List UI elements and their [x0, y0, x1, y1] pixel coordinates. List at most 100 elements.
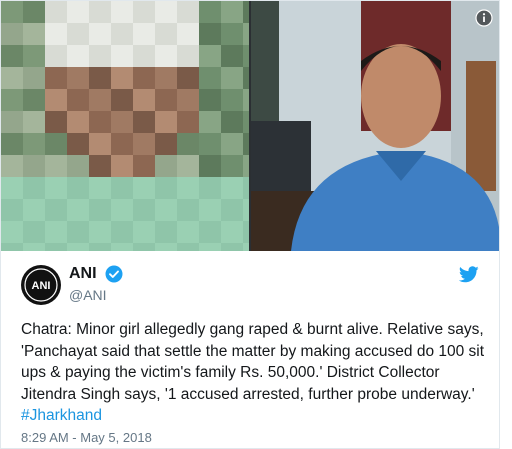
mosaic-pixel — [1, 199, 23, 221]
mosaic-pixel — [111, 111, 133, 133]
mosaic-pixel — [177, 89, 199, 111]
mosaic-pixel — [155, 89, 177, 111]
mosaic-pixel — [67, 45, 89, 67]
tweet-timestamp[interactable]: 8:29 AM - May 5, 2018 — [21, 430, 152, 445]
mosaic-pixel — [221, 221, 243, 243]
official-photo — [251, 1, 499, 251]
mosaic-pixel — [23, 177, 45, 199]
mosaic-pixel — [133, 89, 155, 111]
mosaic-pixel — [23, 133, 45, 155]
mosaic-pixel — [133, 133, 155, 155]
mosaic-pixel — [23, 199, 45, 221]
mosaic-pixel — [45, 67, 67, 89]
mosaic-pixel — [243, 199, 249, 221]
author-handle[interactable]: @ANI — [69, 287, 107, 303]
mosaic-pixel — [111, 67, 133, 89]
mosaic-pixel — [45, 221, 67, 243]
mosaic-pixel — [23, 67, 45, 89]
mosaic-pixel — [45, 1, 67, 23]
mosaic-pixel — [199, 177, 221, 199]
mosaic-pixel — [1, 45, 23, 67]
mosaic-pixel — [89, 177, 111, 199]
mosaic-pixel — [221, 155, 243, 177]
mosaic-pixel — [23, 89, 45, 111]
mosaic-pixel — [89, 89, 111, 111]
mosaic-pixel — [1, 89, 23, 111]
mosaic-pixel — [1, 67, 23, 89]
mosaic-pixel — [23, 23, 45, 45]
mosaic-pixel — [111, 221, 133, 243]
mosaic-pixel — [199, 221, 221, 243]
verified-badge-icon — [105, 265, 123, 283]
mosaic-pixel — [155, 243, 177, 251]
tweet-body: Chatra: Minor girl allegedly gang raped … — [21, 321, 485, 403]
mosaic-pixel — [1, 155, 23, 177]
mosaic-pixel — [199, 67, 221, 89]
mosaic-pixel — [221, 133, 243, 155]
tweet-media[interactable] — [1, 1, 499, 251]
mosaic-pixel — [155, 155, 177, 177]
mosaic-pixel — [243, 243, 249, 251]
mosaic-pixel — [23, 1, 45, 23]
avatar-text: ANI — [32, 280, 51, 292]
display-name[interactable]: ANI — [69, 265, 97, 283]
mosaic-pixel — [155, 23, 177, 45]
mosaic-pixel — [45, 23, 67, 45]
mosaic-pixel — [67, 243, 89, 251]
mosaic-pixel — [155, 111, 177, 133]
mosaic-pixel — [89, 45, 111, 67]
mosaic-pixel — [89, 155, 111, 177]
mosaic-pixel — [89, 199, 111, 221]
media-image-blurred-person[interactable] — [1, 1, 249, 251]
mosaic-pixel — [1, 133, 23, 155]
mosaic-pixel — [89, 67, 111, 89]
info-circle-icon[interactable] — [475, 9, 493, 27]
mosaic-pixel — [67, 1, 89, 23]
mosaic-pixel — [177, 67, 199, 89]
author-name-row[interactable]: ANI — [69, 265, 123, 283]
mosaic-pixel — [67, 221, 89, 243]
mosaic-pixel — [221, 111, 243, 133]
mosaic-pixel — [243, 111, 249, 133]
mosaic-pixel — [67, 199, 89, 221]
mosaic-pixel — [221, 45, 243, 67]
mosaic-pixel — [177, 199, 199, 221]
mosaic-pixel — [221, 199, 243, 221]
mosaic-pixel — [111, 133, 133, 155]
mosaic-pixel — [221, 67, 243, 89]
twitter-bird-icon[interactable] — [459, 266, 479, 283]
mosaic-pixel — [111, 199, 133, 221]
mosaic-pixel — [243, 23, 249, 45]
mosaic-pixel — [1, 177, 23, 199]
mosaic-pixel — [177, 221, 199, 243]
mosaic-pixel — [155, 67, 177, 89]
mosaic-pixel — [243, 45, 249, 67]
mosaic-pixel — [133, 177, 155, 199]
mosaic-pixel — [111, 155, 133, 177]
mosaic-pixel — [155, 1, 177, 23]
mosaic-pixel — [133, 45, 155, 67]
mosaic-pixel — [199, 199, 221, 221]
mosaic-pixel — [133, 67, 155, 89]
avatar[interactable]: ANI — [21, 265, 61, 305]
mosaic-pixel — [45, 45, 67, 67]
media-image-official[interactable] — [251, 1, 499, 251]
mosaic-pixel — [45, 155, 67, 177]
mosaic-pixel — [133, 155, 155, 177]
mosaic-pixel — [89, 243, 111, 251]
mosaic-pixel — [155, 133, 177, 155]
hashtag-link[interactable]: #Jharkhand — [21, 407, 102, 424]
mosaic-pixel — [155, 45, 177, 67]
mosaic-pixel — [67, 155, 89, 177]
mosaic-pixel — [177, 243, 199, 251]
mosaic-pixel — [177, 1, 199, 23]
mosaic-pixel — [133, 243, 155, 251]
mosaic-pixel — [243, 89, 249, 111]
mosaic-pixel — [1, 243, 23, 251]
mosaic-pixel — [45, 177, 67, 199]
mosaic-pixel — [133, 23, 155, 45]
mosaic-pixel — [155, 177, 177, 199]
mosaic-pixel — [243, 133, 249, 155]
mosaic-pixel — [221, 89, 243, 111]
mosaic-pixel — [199, 45, 221, 67]
